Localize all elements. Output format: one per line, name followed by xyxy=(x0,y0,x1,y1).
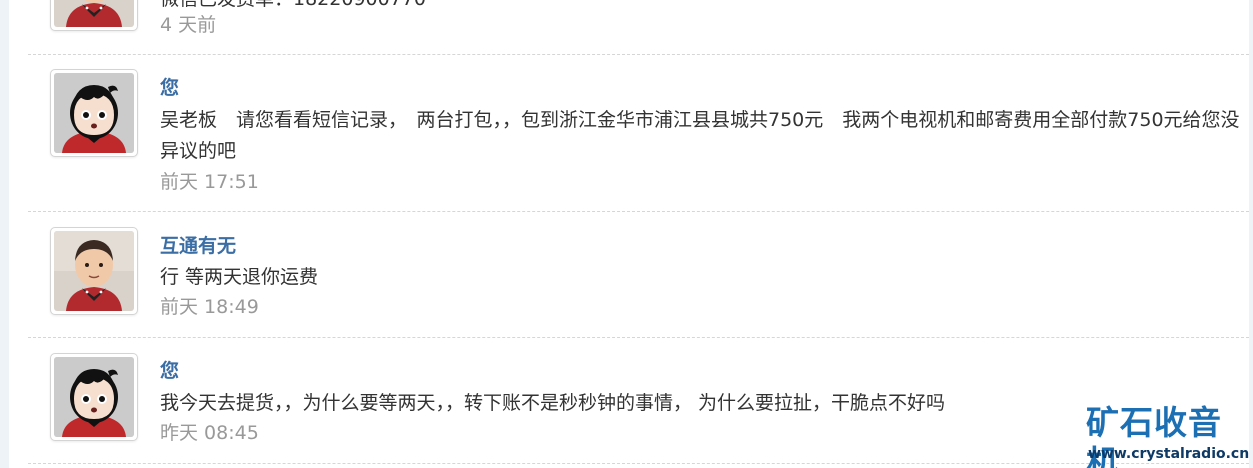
message-divider xyxy=(28,463,1249,464)
child-photo-icon xyxy=(54,231,134,311)
message-divider xyxy=(28,54,1249,55)
message-timestamp: 4 天前 xyxy=(160,14,217,36)
child-photo-avatar[interactable] xyxy=(50,0,138,31)
message-text: 微信已发费单：18220900770 xyxy=(160,0,1242,15)
message-divider xyxy=(28,211,1249,212)
message-text: 行 等两天退你运费 xyxy=(160,266,319,288)
child-photo-avatar[interactable] xyxy=(50,227,138,315)
cartoon-girl-icon xyxy=(54,73,134,153)
site-watermark: 矿石收音机 www.crystalradio.cn xyxy=(1083,401,1249,468)
message-divider xyxy=(28,337,1249,338)
message-text: 吴老板 请您看看短信记录， 两台打包，，包到浙江金华市浦江县县城共750元 我两… xyxy=(160,109,1240,162)
message-timestamp: 前天 18:49 xyxy=(160,296,259,318)
message-timestamp: 昨天 08:45 xyxy=(160,422,259,444)
watermark-url: www.crystalradio.cn xyxy=(1088,446,1250,462)
cartoon-girl-avatar[interactable] xyxy=(50,353,138,441)
scrollbar-track[interactable] xyxy=(1249,0,1253,468)
left-page-border xyxy=(0,0,9,468)
message-timestamp: 前天 17:51 xyxy=(160,171,259,193)
cartoon-girl-icon xyxy=(54,357,134,437)
message-text: 我今天去提货，，为什么要等两天，，转下账不是秒秒钟的事情， 为什么要拉扯，干脆点… xyxy=(160,392,946,414)
message-list: 微信已发费单：18220900770 4 天前 您 吴老板 请您看看短信记录， … xyxy=(28,0,1249,468)
child-photo-icon xyxy=(54,0,134,27)
sender-name[interactable]: 您 xyxy=(160,75,179,101)
sender-name[interactable]: 您 xyxy=(160,358,179,384)
cartoon-girl-avatar[interactable] xyxy=(50,69,138,157)
sender-name[interactable]: 互通有无 xyxy=(160,233,236,259)
